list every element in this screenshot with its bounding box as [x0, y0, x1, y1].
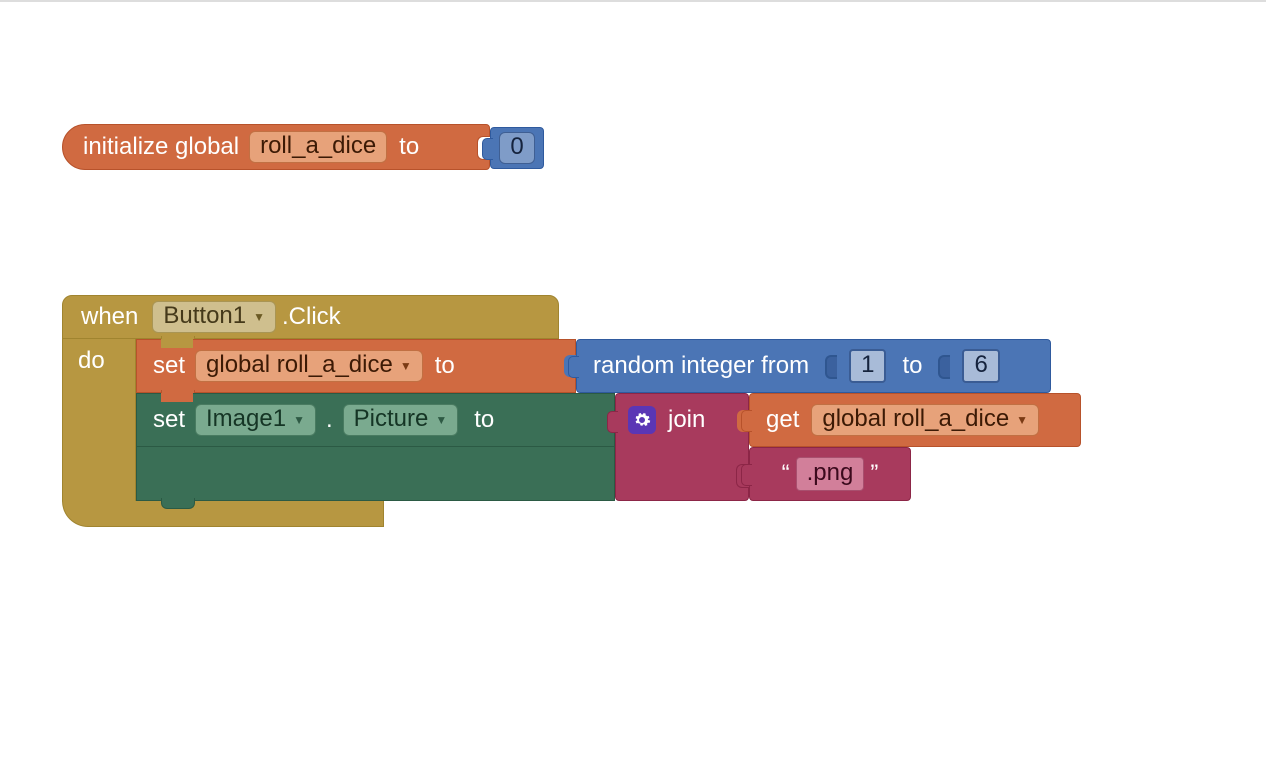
to-label: to — [399, 133, 419, 161]
plug — [482, 138, 493, 160]
set-global-var-dropdown[interactable]: global roll_a_dice ▼ — [195, 350, 423, 382]
random-to-value[interactable]: 6 — [962, 349, 999, 383]
property-dropdown[interactable]: Picture ▼ — [343, 404, 459, 436]
open-quote: “ — [782, 460, 790, 488]
dot-label: . — [326, 406, 333, 434]
join-block[interactable]: join — [615, 393, 749, 501]
value-socket — [938, 355, 950, 379]
global-var-name: roll_a_dice — [260, 133, 376, 159]
set-property-block[interactable]: set Image1 ▼ . Picture ▼ to — [136, 393, 615, 447]
set-property-block-ext — [136, 447, 615, 501]
set-label: set — [153, 406, 185, 434]
event-footer — [62, 501, 384, 527]
random-to-label: to — [902, 352, 922, 380]
to-label: to — [435, 352, 455, 380]
event-header[interactable]: when Button1 ▼ .Click — [62, 295, 559, 339]
text-literal-block[interactable]: “ .png ” — [749, 447, 911, 501]
random-from-label: random integer from — [593, 352, 809, 380]
plug — [607, 411, 618, 433]
join-label: join — [668, 406, 705, 434]
chevron-down-icon: ▼ — [293, 414, 305, 427]
text-literal-value[interactable]: .png — [796, 457, 865, 491]
when-click-event-block[interactable]: when Button1 ▼ .Click do set global roll… — [62, 295, 1062, 530]
component-dropdown[interactable]: Image1 ▼ — [195, 404, 316, 436]
event-suffix: .Click — [282, 303, 341, 331]
initialize-global-prefix: initialize global — [83, 133, 239, 161]
initialize-global-block[interactable]: initialize global roll_a_dice to 0 — [62, 124, 534, 170]
set-label: set — [153, 352, 185, 380]
chevron-down-icon: ▼ — [1016, 414, 1028, 427]
plug — [741, 410, 752, 432]
random-from-value[interactable]: 1 — [849, 349, 886, 383]
get-var-name: global roll_a_dice — [822, 406, 1009, 432]
blocks-canvas[interactable]: initialize global roll_a_dice to 0 when … — [0, 2, 1266, 781]
get-label: get — [766, 406, 799, 434]
stack-notch — [161, 393, 193, 402]
when-label: when — [81, 303, 138, 331]
to-label: to — [474, 406, 494, 434]
close-quote: ” — [870, 460, 878, 488]
chevron-down-icon: ▼ — [400, 360, 412, 373]
chevron-down-icon: ▼ — [253, 311, 265, 324]
gear-icon[interactable] — [628, 406, 656, 434]
set-global-var-name: global roll_a_dice — [206, 352, 393, 378]
chevron-down-icon: ▼ — [435, 414, 447, 427]
do-label: do — [78, 347, 105, 375]
plug — [741, 464, 752, 486]
random-integer-block[interactable]: random integer from 1 to 6 — [576, 339, 1051, 393]
number-literal-block[interactable]: 0 — [490, 127, 544, 169]
stack-notch — [161, 498, 195, 509]
plug — [568, 356, 579, 378]
get-variable-block[interactable]: get global roll_a_dice ▼ — [749, 393, 1081, 447]
event-component-name: Button1 — [163, 303, 246, 329]
number-value[interactable]: 0 — [499, 132, 534, 164]
property-name: Picture — [354, 406, 429, 432]
component-name: Image1 — [206, 406, 286, 432]
global-var-name-chip[interactable]: roll_a_dice — [249, 131, 387, 163]
value-socket — [825, 355, 837, 379]
stack-notch — [161, 339, 193, 348]
initialize-global-body[interactable]: initialize global roll_a_dice to — [62, 124, 490, 170]
set-global-block[interactable]: set global roll_a_dice ▼ to — [136, 339, 576, 393]
event-component-dropdown[interactable]: Button1 ▼ — [152, 301, 276, 333]
get-var-dropdown[interactable]: global roll_a_dice ▼ — [811, 404, 1039, 436]
